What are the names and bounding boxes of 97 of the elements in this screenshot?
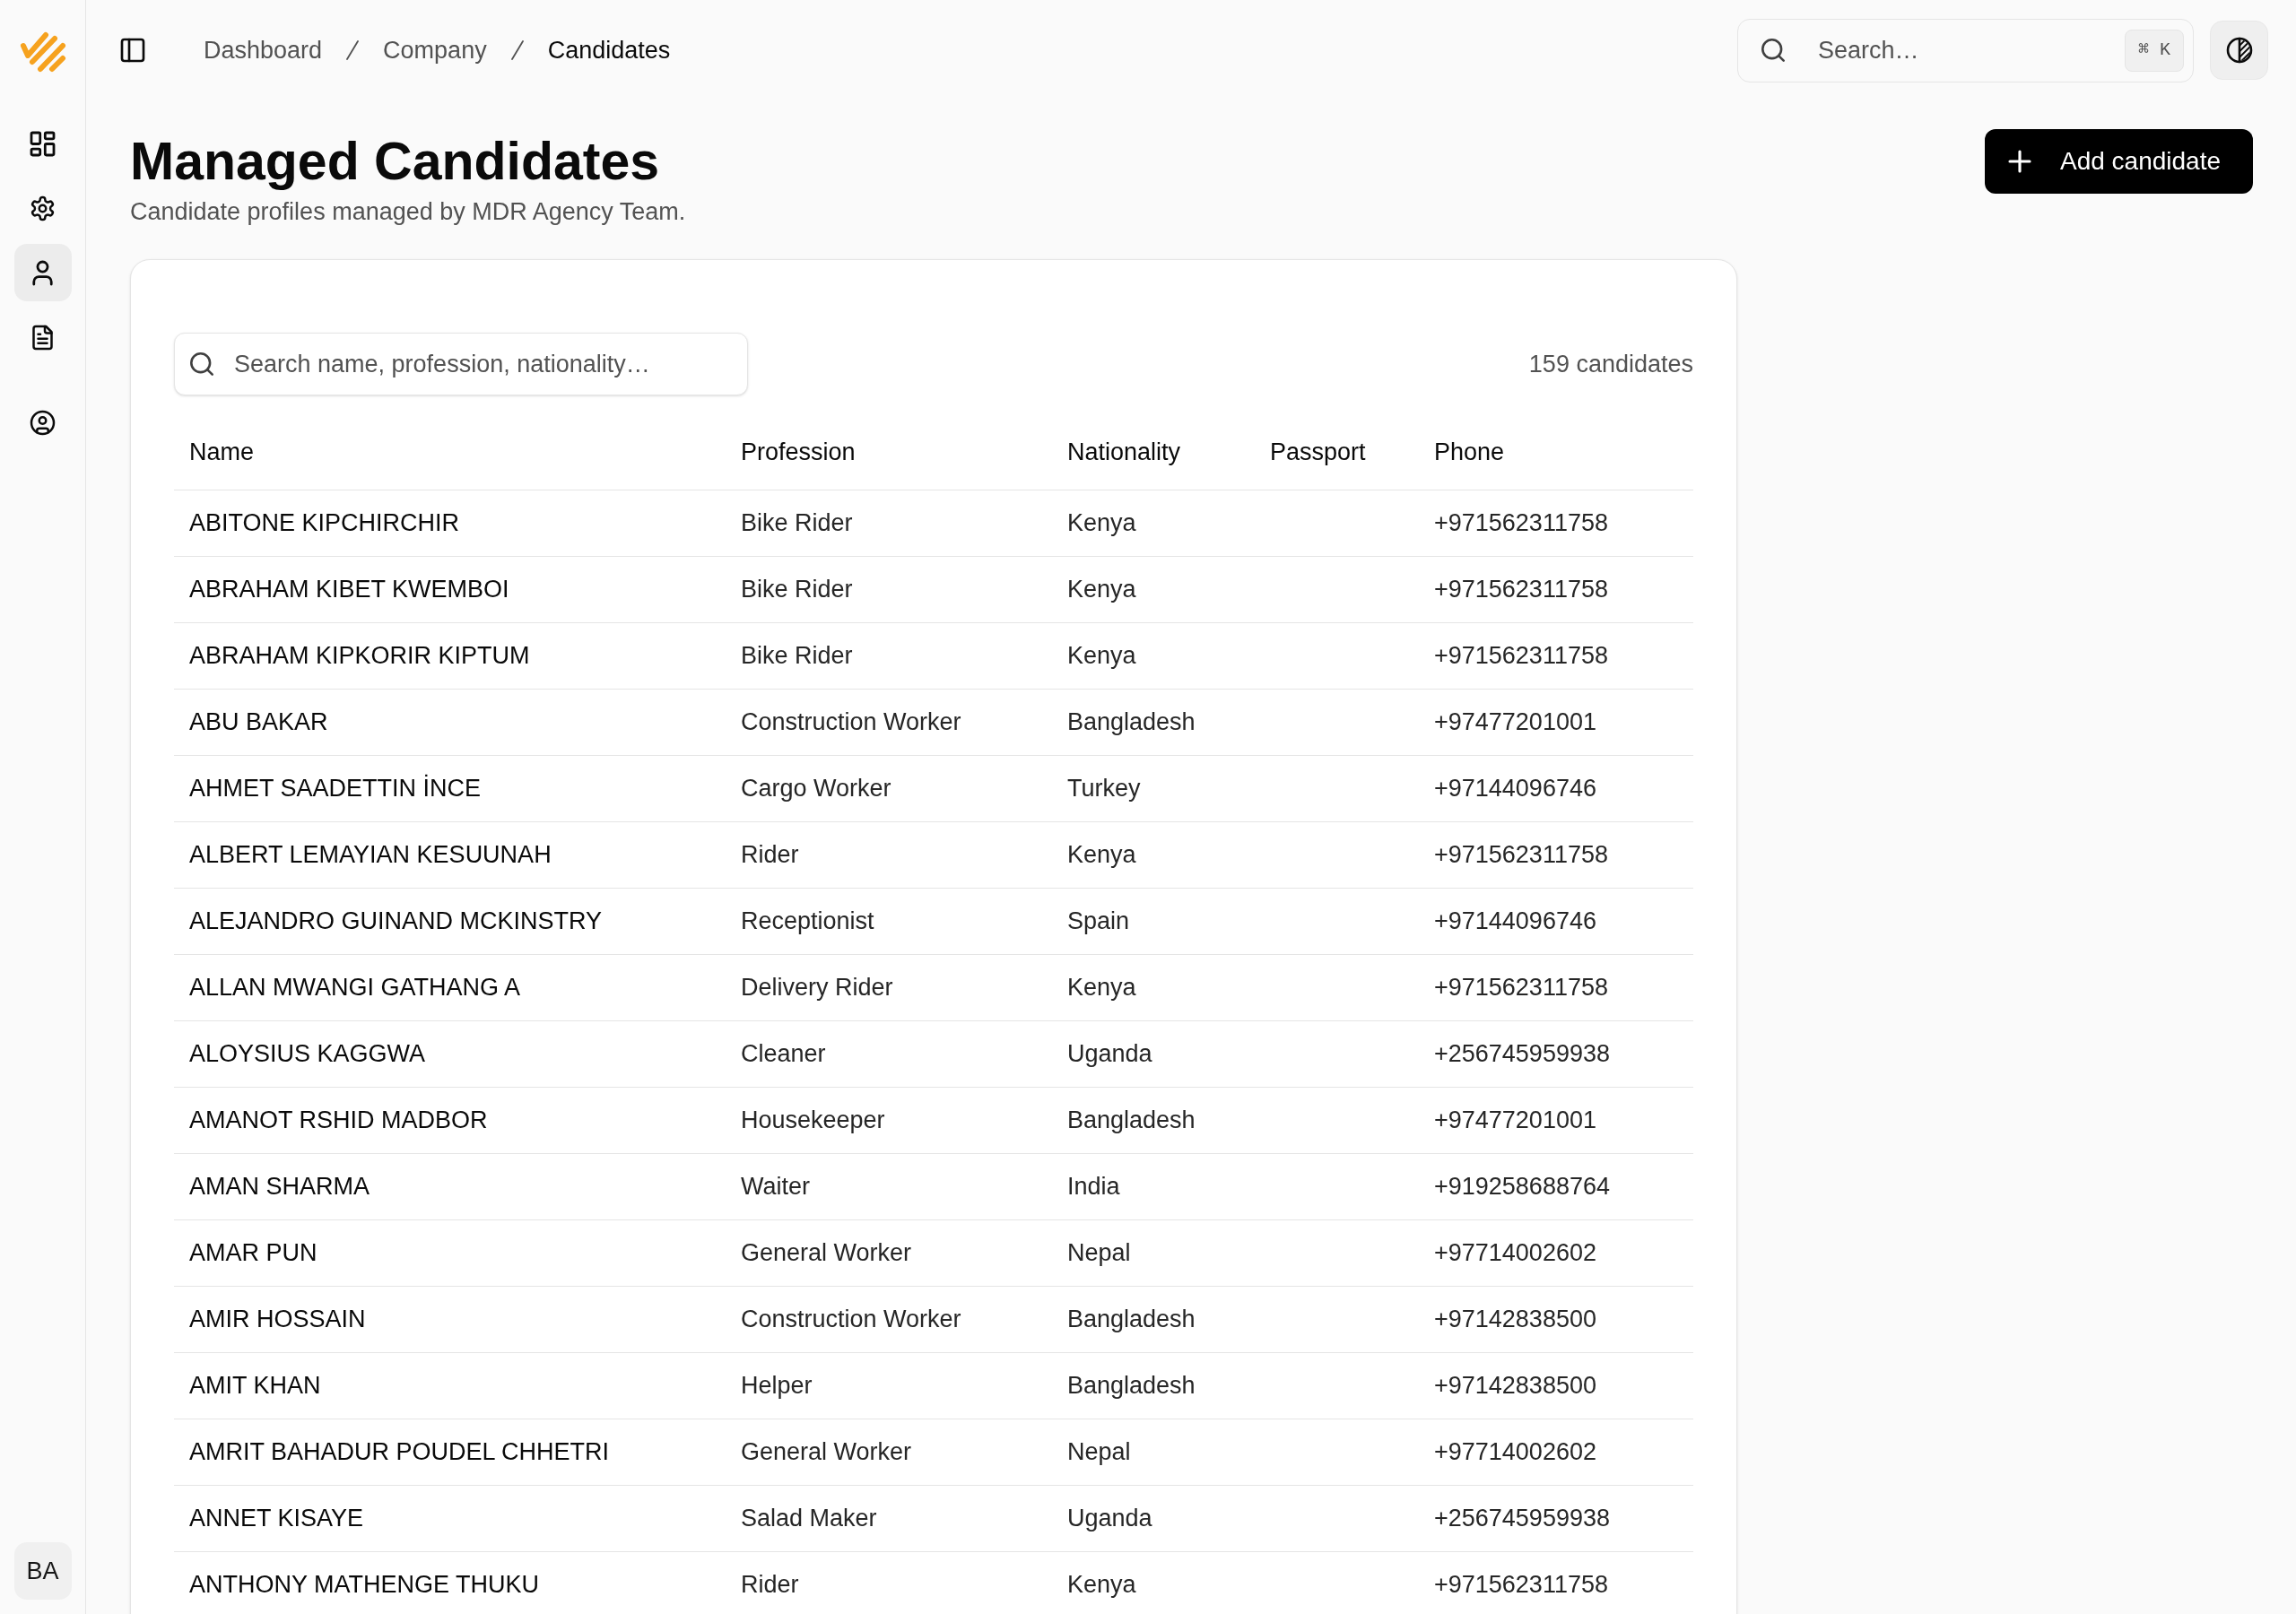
table-cell: Bangladesh xyxy=(1067,1372,1196,1400)
table-cell: Uganda xyxy=(1067,1040,1152,1068)
table-cell: Bike Rider xyxy=(741,642,853,670)
table-cell: +97714002602 xyxy=(1434,1438,1596,1466)
user-avatar[interactable]: BA xyxy=(13,1542,72,1600)
breadcrumb-link[interactable]: Dashboard xyxy=(204,31,323,69)
table-cell: AMAN SHARMA xyxy=(189,1173,370,1201)
table-cell: +971562311758 xyxy=(1434,509,1608,537)
table-cell: Receptionist xyxy=(741,907,874,935)
table-cell: Bangladesh xyxy=(1067,1306,1196,1333)
search-icon xyxy=(1761,38,1785,62)
table-cell: AMIT KHAN xyxy=(189,1372,321,1400)
table-cell: Salad Maker xyxy=(741,1505,877,1532)
table-cell: +971562311758 xyxy=(1434,841,1608,869)
table-cell: Construction Worker xyxy=(741,708,961,736)
gear-icon xyxy=(31,196,54,220)
search-icon xyxy=(190,352,213,376)
column-header: Passport xyxy=(1270,438,1366,465)
table-cell: Turkey xyxy=(1067,775,1141,803)
plus-icon xyxy=(2010,152,2030,171)
grid-icon xyxy=(31,132,54,155)
candidate-count: 159 candidates xyxy=(1528,349,1693,379)
table-cell: Kenya xyxy=(1067,841,1136,869)
table-cell: Uganda xyxy=(1067,1505,1152,1532)
table-cell: Helper xyxy=(741,1372,813,1400)
contrast-icon xyxy=(2227,39,2251,62)
table-cell: Bike Rider xyxy=(741,509,853,537)
table-cell: Nepal xyxy=(1067,1239,1131,1267)
table-cell: ABU BAKAR xyxy=(189,708,328,736)
table-cell: Delivery Rider xyxy=(741,974,893,1002)
table-cell: Bangladesh xyxy=(1067,1106,1196,1134)
table-cell: General Worker xyxy=(741,1438,912,1466)
breadcrumb-current[interactable]: Candidates xyxy=(547,31,671,69)
table-cell: ABRAHAM KIPKORIR KIPTUM xyxy=(189,642,530,670)
table-cell: +97144096746 xyxy=(1434,907,1596,935)
table-cell: +971562311758 xyxy=(1434,1571,1608,1599)
table-cell: Waiter xyxy=(741,1173,810,1201)
theme-toggle-button[interactable] xyxy=(2210,21,2268,80)
sidebar-item[interactable] xyxy=(13,244,72,301)
table-cell: ALBERT LEMAYIAN KESUUNAH xyxy=(189,841,552,869)
column-header: Profession xyxy=(741,438,856,465)
table-cell: +97477201001 xyxy=(1434,708,1596,736)
table-cell: ABITONE KIPCHIRCHIR xyxy=(189,509,460,537)
table-cell: Rider xyxy=(741,1571,799,1599)
table-cell: +97714002602 xyxy=(1434,1239,1596,1267)
table-cell: Kenya xyxy=(1067,509,1136,537)
column-header: Phone xyxy=(1434,438,1505,465)
table-cell: AMIR HOSSAIN xyxy=(189,1306,366,1333)
table-cell: ALLAN MWANGI GATHANG A xyxy=(189,974,521,1002)
table-cell: Kenya xyxy=(1067,1571,1136,1599)
table-cell: Cargo Worker xyxy=(741,775,891,803)
table-cell: AMAR PUN xyxy=(189,1239,317,1267)
user-circle-icon xyxy=(31,411,54,434)
table-cell: +971562311758 xyxy=(1434,576,1608,603)
table-cell: +97477201001 xyxy=(1434,1106,1596,1134)
table-cell: Rider xyxy=(741,841,799,869)
table-cell: Construction Worker xyxy=(741,1306,961,1333)
table-search-field[interactable]: Search name, profession, nationality… xyxy=(174,333,748,395)
column-header: Nationality xyxy=(1067,438,1181,465)
table-cell: +971562311758 xyxy=(1434,642,1608,670)
table-cell: Nepal xyxy=(1067,1438,1131,1466)
table-cell: Housekeeper xyxy=(741,1106,885,1134)
table-cell: +971562311758 xyxy=(1434,974,1608,1002)
page-title: Managed Candidates xyxy=(130,132,660,191)
table-cell: ALOYSIUS KAGGWA xyxy=(189,1040,426,1068)
table-cell: Kenya xyxy=(1067,642,1136,670)
panel-icon[interactable] xyxy=(122,39,144,61)
table-cell: +256745959938 xyxy=(1434,1505,1610,1532)
table-cell: AMANOT RSHID MADBOR xyxy=(189,1106,488,1134)
slash-icon xyxy=(346,40,360,60)
table-cell: ABRAHAM KIBET KWEMBOI xyxy=(189,576,509,603)
table-cell: ANNET KISAYE xyxy=(189,1505,364,1532)
table-cell: India xyxy=(1067,1173,1120,1201)
table-cell: Kenya xyxy=(1067,576,1136,603)
shortcut-key: ⌘ K xyxy=(2124,29,2184,72)
add-candidate-button[interactable]: Add candidate xyxy=(1985,129,2253,194)
table-cell: Spain xyxy=(1067,907,1130,935)
table-cell: AMRIT BAHADUR POUDEL CHHETRI xyxy=(189,1438,610,1466)
slash-icon xyxy=(510,40,524,60)
table-cell: AHMET SAADETTIN İNCE xyxy=(189,775,482,803)
table-cell: Bangladesh xyxy=(1067,708,1196,736)
column-header: Name xyxy=(189,438,255,465)
table-cell: +97144096746 xyxy=(1434,775,1596,803)
page-subtitle: Candidate profiles managed by MDR Agency Team. xyxy=(130,197,686,227)
table-cell: Cleaner xyxy=(741,1040,826,1068)
table-cell: +97142838500 xyxy=(1434,1306,1596,1333)
table-cell: Bike Rider xyxy=(741,576,853,603)
breadcrumb-link[interactable]: Company xyxy=(383,31,487,69)
table-cell: Kenya xyxy=(1067,974,1136,1002)
table-cell: General Worker xyxy=(741,1239,912,1267)
table-cell: +919258688764 xyxy=(1434,1173,1610,1201)
person-icon xyxy=(31,261,54,284)
document-icon xyxy=(31,325,54,349)
table-cell: ALEJANDRO GUINAND MCKINSTRY xyxy=(189,907,603,935)
table-cell: +256745959938 xyxy=(1434,1040,1610,1068)
table-cell: ANTHONY MATHENGE THUKU xyxy=(189,1571,540,1599)
table-cell: +97142838500 xyxy=(1434,1372,1596,1400)
